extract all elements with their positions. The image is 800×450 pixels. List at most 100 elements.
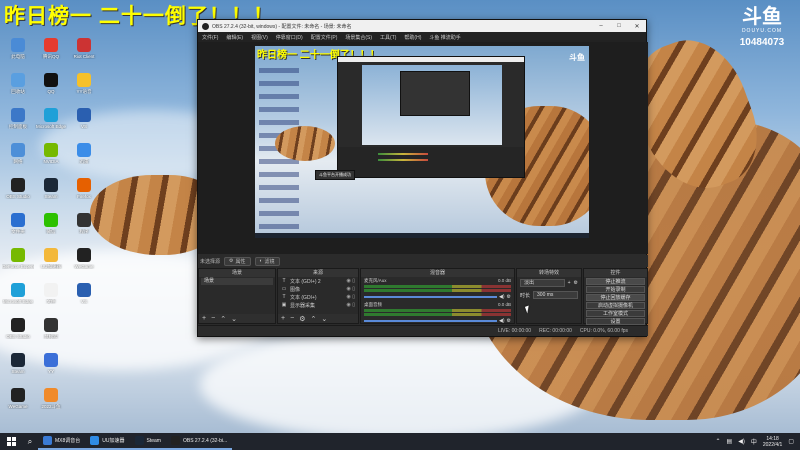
remove-icon[interactable]: − [290, 315, 294, 322]
menu-item[interactable]: 编辑(E) [226, 34, 243, 41]
control-button[interactable]: 启动虚拟摄像机 [586, 302, 645, 309]
desktop-icon[interactable]: 微信 [35, 211, 67, 245]
desktop-icon[interactable]: QQ [35, 71, 67, 105]
network-icon[interactable]: ▤ [727, 438, 733, 445]
desktop-icon[interactable]: Riot Client [68, 36, 100, 70]
source-item[interactable]: ▣ 显示器采集 ◉ ▯ [278, 301, 358, 309]
taskbar-app[interactable]: MX8调音台 [38, 433, 86, 450]
gear-icon[interactable]: ⚙ [507, 294, 511, 300]
taskbar-app[interactable]: Steam [129, 433, 166, 450]
menu-item[interactable]: 斗鱼 推流助手 [429, 34, 460, 41]
desktop-icon[interactable]: YY语音 [68, 71, 100, 105]
desktop-icon[interactable]: 鼠标宏 [35, 316, 67, 350]
menu-item[interactable]: 停靠窗口(D) [276, 34, 303, 41]
move-down-icon[interactable]: ⌄ [321, 315, 327, 323]
desktop-icon[interactable]: Microsoft Edge [35, 106, 67, 140]
desktop-icon[interactable]: 程序 [68, 211, 100, 245]
minimize-icon[interactable]: – [592, 23, 610, 30]
desktop-icon[interactable]: UU加速器 [35, 246, 67, 280]
chevron-up-icon[interactable]: ⌃ [716, 438, 721, 445]
ime-icon[interactable]: 中 [751, 437, 757, 446]
source-item[interactable]: T 文本 (GDI+) 2 ◉ ▯ [278, 277, 358, 285]
desktop-icon[interactable]: 腾讯QQ [35, 36, 67, 70]
desktop-icon[interactable]: OBS Studio [2, 176, 34, 210]
lock-icon[interactable]: ▯ [352, 302, 355, 308]
desktop-icon[interactable]: GeForce Experience [2, 246, 34, 280]
desktop-icon[interactable]: 2022斗鱼 [35, 386, 67, 420]
remove-icon[interactable]: − [211, 315, 215, 322]
filters-button[interactable]: ◐ 滤镜 [254, 256, 280, 266]
obs-titlebar[interactable]: OBS 27.2.4 (32-bit, windows) - 配置文件: 未命名… [198, 20, 646, 32]
eye-icon[interactable]: ◉ [346, 294, 350, 300]
volume-slider[interactable] [364, 320, 497, 322]
desktop-icon[interactable]: WeGame [2, 386, 34, 420]
speaker-icon[interactable]: ◀) [499, 294, 505, 300]
notification-icon[interactable]: ▢ [788, 438, 794, 445]
desktop-icon[interactable]: VS [68, 281, 100, 315]
menu-item[interactable]: 配置文件(P) [311, 34, 338, 41]
desktop-icon[interactable]: WeGame [68, 246, 100, 280]
menu-item[interactable]: 场景集合(S) [345, 34, 372, 41]
obs-preview-area[interactable]: 昨日榜一 二十一倒了！！！ 斗鱼 斗鱼平台开播成功 [198, 42, 648, 254]
control-button[interactable]: 设置 [586, 318, 645, 325]
desktop-icon[interactable]: Firefox [68, 176, 100, 210]
eye-icon[interactable]: ◉ [346, 302, 350, 308]
desktop-icon[interactable]: 文件 [35, 281, 67, 315]
move-up-icon[interactable]: ⌃ [220, 315, 226, 323]
maximize-icon[interactable]: □ [610, 23, 628, 30]
search-icon[interactable]: ⌕ [22, 437, 38, 447]
eye-icon[interactable]: ◉ [346, 278, 350, 284]
taskbar-app[interactable]: UU加速器 [85, 433, 130, 450]
taskbar-app[interactable]: OBS 27.2.4 (32-bi... [165, 433, 233, 450]
move-down-icon[interactable]: ⌄ [231, 315, 237, 323]
menu-item[interactable]: 文件(F) [202, 34, 218, 41]
uu-icon [90, 436, 100, 445]
clock[interactable]: 14:18 2022/4/1 [763, 436, 782, 448]
desktop-icon[interactable]: Steam [35, 176, 67, 210]
gear-icon[interactable]: ⚙ [574, 280, 578, 286]
control-button[interactable]: 工作室模式 [586, 310, 645, 317]
volume-icon[interactable]: ◀) [738, 438, 745, 445]
eye-icon[interactable]: ◉ [346, 286, 350, 292]
menu-item[interactable]: 帮助(H) [404, 34, 421, 41]
lock-icon[interactable]: ▯ [352, 286, 355, 292]
properties-button[interactable]: ⚙ 属性 [224, 256, 251, 266]
duration-input[interactable]: 300 ms [533, 291, 578, 299]
add-icon[interactable]: + [281, 315, 285, 322]
desktop-icon[interactable]: 文件夹 [2, 211, 34, 245]
desktop-icon[interactable]: 控制面板 [2, 106, 34, 140]
transition-select[interactable]: 淡出 [520, 279, 565, 287]
lock-icon[interactable]: ▯ [352, 294, 355, 300]
add-icon[interactable]: + [202, 315, 206, 322]
gear-icon[interactable]: ⚙ [299, 315, 305, 323]
desktop-icon[interactable]: 迅雷 [68, 141, 100, 175]
add-icon[interactable]: + [568, 280, 571, 286]
menu-item[interactable]: 视图(V) [251, 34, 268, 41]
move-up-icon[interactable]: ⌃ [310, 315, 316, 323]
volume-slider[interactable] [364, 296, 497, 298]
preview-canvas[interactable]: 昨日榜一 二十一倒了！！！ 斗鱼 斗鱼平台开播成功 [255, 46, 589, 238]
menu-item[interactable]: 工具(T) [380, 34, 396, 41]
desktop-icon[interactable]: NVIDIA [35, 141, 67, 175]
lock-icon[interactable]: ▯ [352, 278, 355, 284]
desktop-icon[interactable]: VS [68, 106, 100, 140]
desktop-icon[interactable]: OBS Studio [2, 316, 34, 350]
source-item[interactable]: T 文本 (GDI+) ◉ ▯ [278, 293, 358, 301]
speaker-icon[interactable]: ◀) [499, 318, 505, 324]
desktop-icon[interactable]: YY [35, 351, 67, 385]
desktop-icon[interactable]: 网络 [2, 141, 34, 175]
desktop-icon[interactable]: 此电脑 [2, 36, 34, 70]
source-item[interactable]: ▭ 图像 ◉ ▯ [278, 285, 358, 293]
obs-window[interactable]: OBS 27.2.4 (32-bit, windows) - 配置文件: 未命名… [197, 19, 648, 337]
control-button[interactable]: 开始录制 [586, 286, 645, 293]
desktop-icon[interactable]: 回收站 [2, 71, 34, 105]
close-icon[interactable]: ✕ [628, 23, 646, 30]
desktop-icon[interactable]: Microsoft Edge [2, 281, 34, 315]
edge-icon [44, 108, 58, 122]
control-button[interactable]: 停止回放缓存 [586, 294, 645, 301]
gear-icon[interactable]: ⚙ [507, 318, 511, 324]
control-button[interactable]: 停止推流 [586, 278, 645, 285]
desktop-icon[interactable]: Steam [2, 351, 34, 385]
start-button[interactable] [0, 437, 22, 446]
scene-item[interactable]: 场景 [201, 278, 273, 285]
